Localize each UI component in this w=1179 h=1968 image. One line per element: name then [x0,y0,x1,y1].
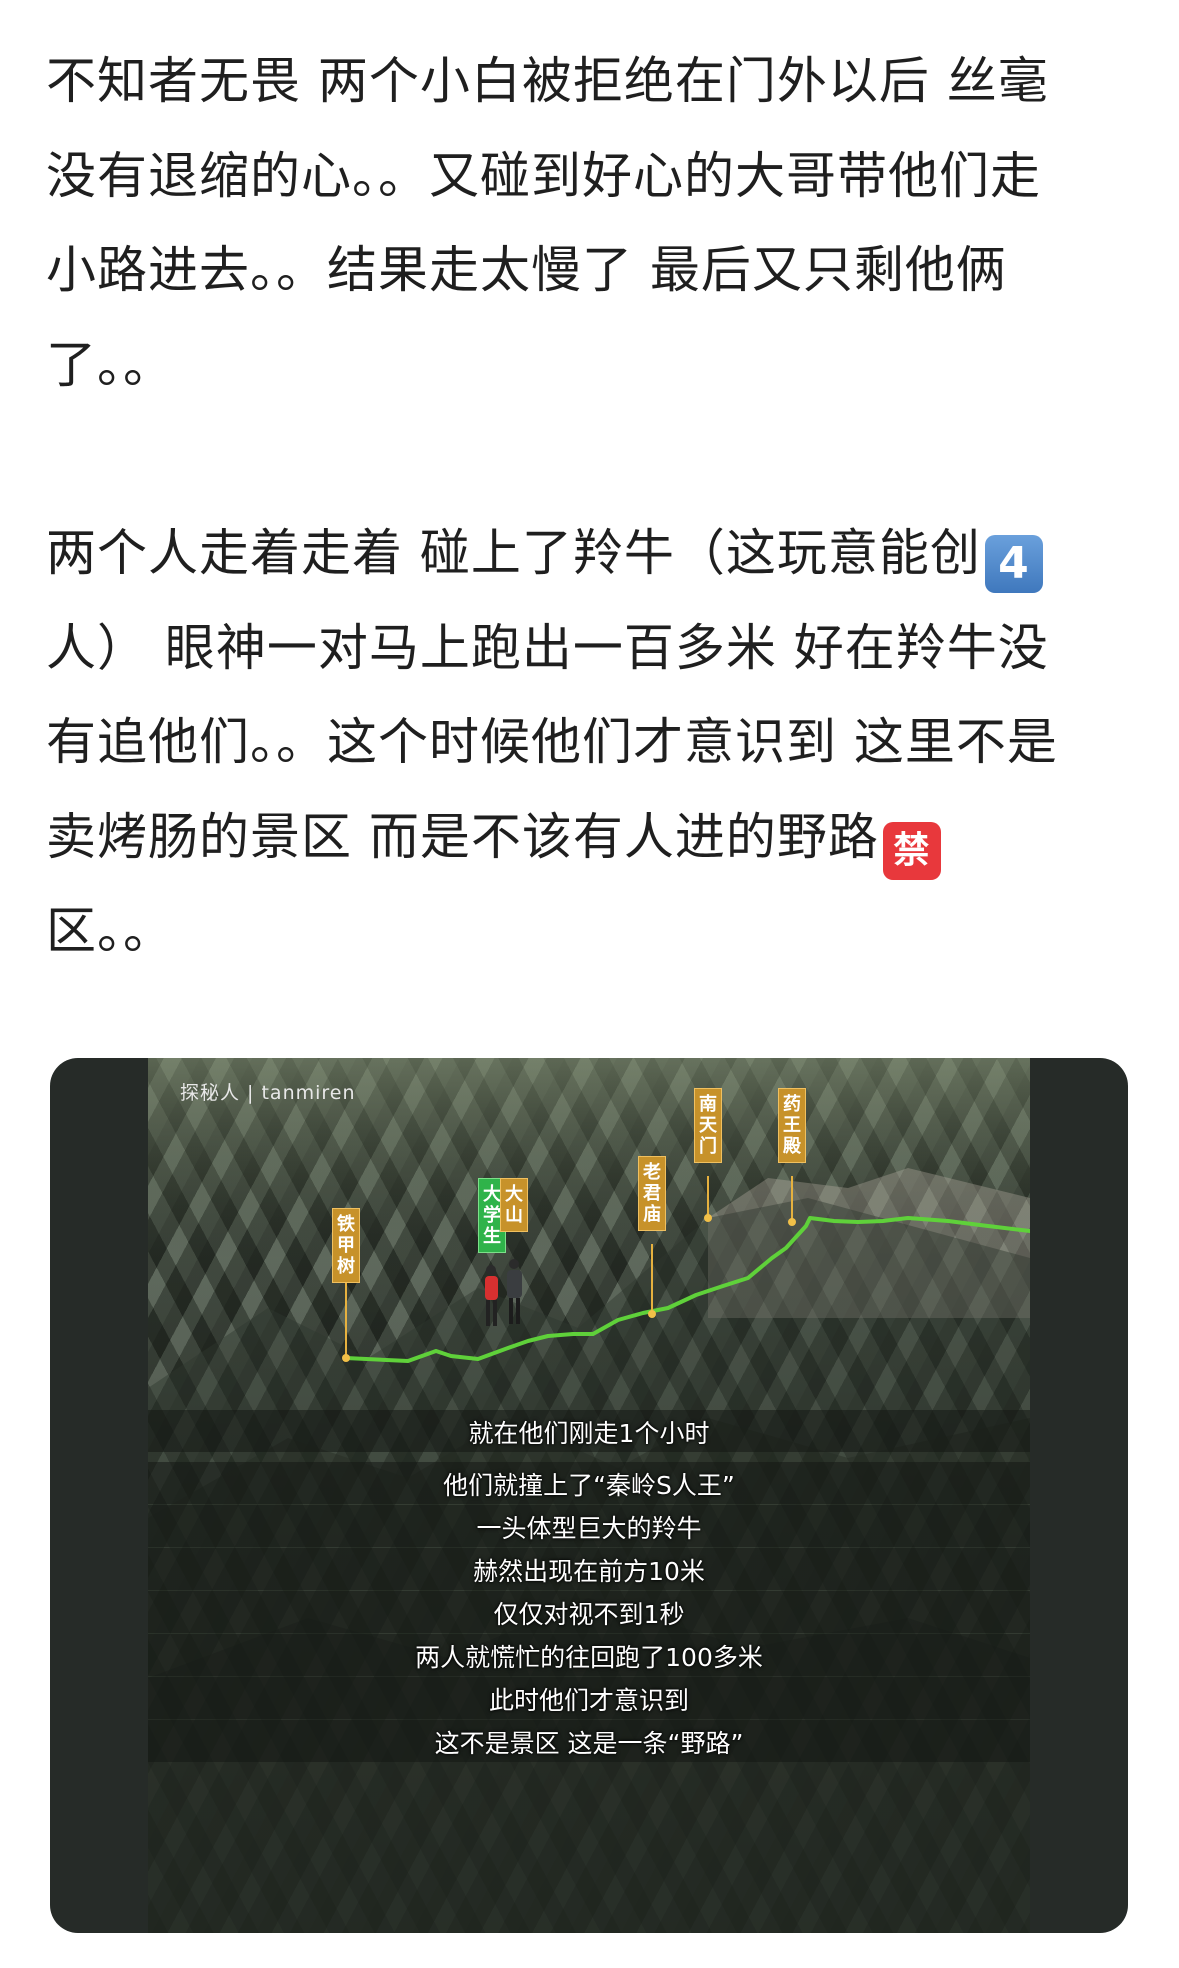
text-line: 小路进去。。结果走太慢了 最后又只剩他俩 [46,241,1007,299]
text-segment: 两个人走着走着 碰上了羚牛（这玩意能创 [46,524,981,582]
marker-pin [791,1176,793,1222]
text-segment: 卖烤肠的景区 而是不该有人进的野路 [46,807,879,866]
text-line: 了。。 [46,335,174,394]
subtitle-line: 就在他们刚走1个小时 [468,1419,710,1448]
location-marker-nantianmen: 南天门 [694,1088,722,1163]
subtitle-line: 仅仅对视不到1秒 [493,1600,685,1629]
marker-dot [788,1218,796,1226]
paragraph-2: 两个人走着走着 碰上了羚牛（这玩意能创 4 人） 眼神一对马上跑出一百多米 好在羚… [46,506,1146,979]
location-marker-yaowangdian: 药王殿 [778,1088,806,1163]
location-marker-tiejiashu: 铁甲树 [332,1208,360,1283]
post-body: 不知者无畏 两个小白被拒绝在门外以后 丝毫 没有退缩的心。。又碰到好心的大哥带他… [46,34,1146,979]
subtitle-line: 赫然出现在前方10米 [473,1557,705,1586]
post-image[interactable]: 探秘人 | tanmiren 铁甲树 老君庙 南天门 药王殿 大学生 大山 就在… [50,1058,1128,1933]
subtitle-line: 一头体型巨大的羚牛 [476,1514,702,1543]
text-line: 不知者无畏 两个小白被拒绝在门外以后 丝毫 [46,52,1049,110]
marker-dot [648,1310,656,1318]
text-line: 人） 眼神一对马上跑出一百多米 好在羚牛没 [46,618,1049,677]
marker-pin [651,1244,653,1314]
text-line: 区。。 [46,902,174,960]
location-marker-laojunmiao: 老君庙 [638,1156,666,1231]
hikers-icon [485,1259,522,1326]
subtitle-line: 这不是景区 这是一条“野路” [434,1729,744,1758]
paragraph-1: 不知者无畏 两个小白被拒绝在门外以后 丝毫 没有退缩的心。。又碰到好心的大哥带他… [46,34,1146,412]
marker-dot [704,1214,712,1222]
location-marker-dashan: 大山 [500,1178,528,1232]
marker-dot [342,1354,350,1362]
subtitle-line: 他们就撞上了“秦岭S人王” [443,1471,735,1500]
marker-pin [707,1176,709,1218]
forbidden-emoji-icon: 禁 [882,821,941,880]
keycap-four-emoji-icon: 4 [984,535,1043,593]
subtitle-line: 两人就慌忙的往回跑了100多米 [415,1643,763,1672]
video-watermark: 探秘人 | tanmiren [180,1082,356,1104]
text-line: 没有退缩的心。。又碰到好心的大哥带他们走 [46,146,1041,205]
subtitle-line: 此时他们才意识到 [488,1686,689,1715]
text-line: 两个人走着走着 碰上了羚牛（这玩意能创 4 [46,506,1146,601]
text-line: 卖烤肠的景区 而是不该有人进的野路禁 [46,790,1146,885]
video-frame: 探秘人 | tanmiren 铁甲树 老君庙 南天门 药王殿 大学生 大山 就在… [148,1058,1030,1933]
text-line: 有追他们。。这个时候他们才意识到 这里不是 [46,713,1058,771]
